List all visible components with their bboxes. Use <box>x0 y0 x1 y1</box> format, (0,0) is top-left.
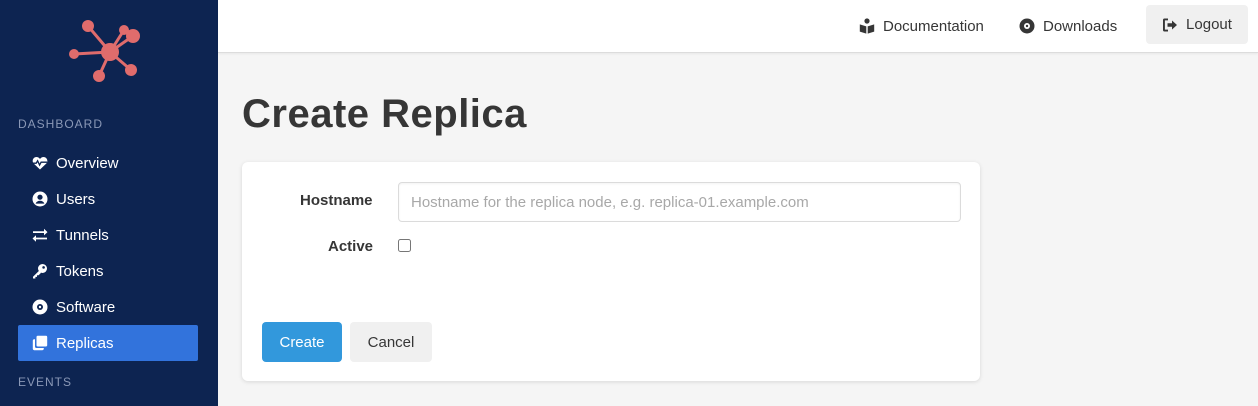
active-label: Active <box>328 238 374 255</box>
cancel-button[interactable]: Cancel <box>350 322 432 362</box>
downloads-label: Downloads <box>1043 17 1118 35</box>
active-checkbox[interactable] <box>398 239 411 252</box>
sidebar-item-software[interactable]: Software <box>18 289 198 325</box>
clone-icon <box>32 335 48 351</box>
sidebar-item-label: Replicas <box>56 334 114 352</box>
sidebar-item-tunnels[interactable]: Tunnels <box>18 217 198 253</box>
hostname-input[interactable] <box>398 182 961 222</box>
user-circle-icon <box>32 191 48 207</box>
sidebar-item-label: Software <box>56 298 116 316</box>
exchange-icon <box>32 227 48 243</box>
top-navbar: Documentation Downloads Logout <box>218 0 1258 53</box>
logo-icon[interactable] <box>64 14 146 88</box>
sidebar-item-tokens[interactable]: Tokens <box>18 253 198 289</box>
sign-out-icon <box>1163 18 1178 31</box>
sidebar-item-users[interactable]: Users <box>18 181 198 217</box>
sidebar-item-label: Tokens <box>56 262 104 280</box>
hostname-label: Hostname <box>300 192 373 209</box>
disc-icon <box>1019 18 1035 34</box>
sidebar-nav: Overview Users Tunnels Tokens Software R… <box>18 145 198 361</box>
sidebar: DASHBOARD Overview Users Tunnels Tokens <box>0 0 218 406</box>
sidebar-item-label: Users <box>56 190 96 208</box>
create-button[interactable]: Create <box>262 322 342 362</box>
sidebar-item-label: Overview <box>56 154 119 172</box>
book-reader-icon <box>859 18 875 34</box>
documentation-label: Documentation <box>883 17 984 35</box>
documentation-link[interactable]: Documentation <box>859 0 984 52</box>
heartbeat-icon <box>32 155 48 171</box>
sidebar-section-events: EVENTS <box>18 375 73 389</box>
key-icon <box>32 263 48 279</box>
sidebar-section-dashboard: DASHBOARD <box>18 117 104 131</box>
sidebar-item-overview[interactable]: Overview <box>18 145 198 181</box>
sidebar-item-replicas[interactable]: Replicas <box>18 325 198 361</box>
logout-label: Logout <box>1186 16 1232 33</box>
disc-icon <box>32 299 48 315</box>
logout-button[interactable]: Logout <box>1146 5 1248 44</box>
downloads-link[interactable]: Downloads <box>1019 0 1117 52</box>
create-replica-form: Hostname Active Create Cancel <box>242 162 980 381</box>
page-title: Create Replica <box>242 92 527 136</box>
sidebar-item-label: Tunnels <box>56 226 109 244</box>
